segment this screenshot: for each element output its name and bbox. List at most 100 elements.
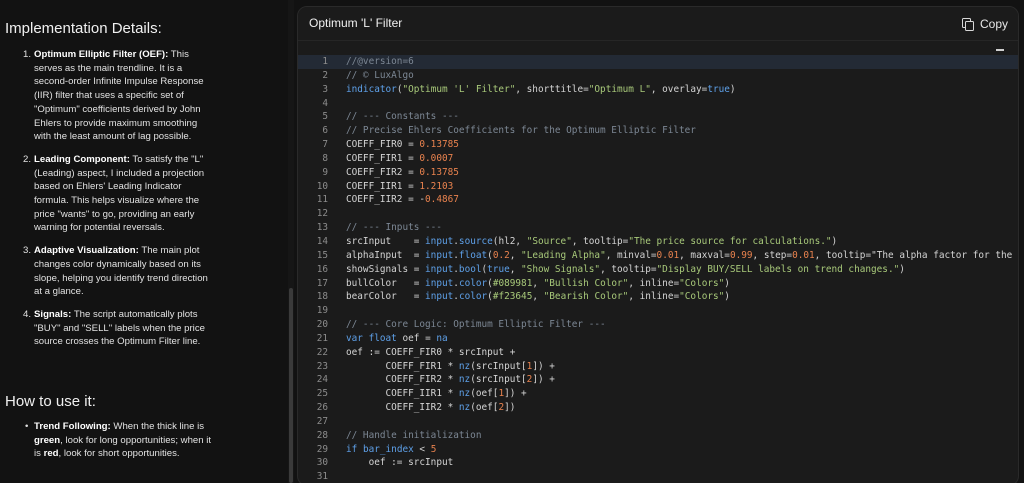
line-number: 30 (316, 457, 328, 469)
code-line: 12 (298, 207, 1018, 221)
code-text: COEFF_FIR1 = 0.0007 (346, 152, 454, 164)
code-text: COEFF_IIR1 = 1.2103 (346, 180, 454, 192)
code-text: alphaInput = input.float(0.2, "Leading A… (346, 249, 1018, 261)
code-panel: Optimum 'L' Filter Copy 1 //@version=6 2 //… (297, 6, 1019, 483)
code-text: bullColor = input.color(#089981, "Bullis… (346, 277, 730, 289)
line-number: 29 (316, 443, 328, 455)
code-text: // --- Core Logic: Optimum Elliptic Filt… (346, 319, 606, 331)
code-line: 13 // --- Inputs --- (298, 221, 1018, 235)
code-text: COEFF_IIR2 = -0.4867 (346, 194, 459, 206)
list-item: Signals: The script automatically plots … (23, 308, 205, 348)
line-number: 8 (322, 152, 328, 164)
line-number: 3 (322, 83, 328, 95)
code-line: 10 COEFF_IIR1 = 1.2103 (298, 180, 1018, 194)
code-line: 28 // Handle initialization (298, 429, 1018, 443)
list-item: Adaptive Visualization: The main plot ch… (23, 244, 208, 298)
code-line: 17 bullColor = input.color(#089981, "Bull… (298, 277, 1018, 291)
line-number: 21 (316, 332, 328, 344)
line-number: 14 (316, 235, 328, 247)
code-line: 23 COEFF_FIR1 * nz(srcInput[1]) + (298, 360, 1018, 374)
code-text: // --- Inputs --- (346, 222, 442, 234)
code-text: // Precise Ehlers Coefficients for the O… (346, 125, 696, 137)
line-number: 1 (322, 56, 328, 67)
code-panel-header: Optimum 'L' Filter Copy (298, 7, 1018, 41)
code-line: 21 var float oef = na (298, 332, 1018, 346)
line-number: 19 (316, 305, 328, 317)
code-line: 4 (298, 97, 1018, 111)
line-number: 20 (316, 319, 328, 331)
code-line: 29 if bar_index < 5 (298, 443, 1018, 457)
code-text: // © LuxAlgo (346, 69, 414, 81)
code-line: 5 // --- Constants --- (298, 110, 1018, 124)
line-number: 12 (316, 208, 328, 220)
howto-heading: How to use it: (5, 393, 96, 410)
code-line: 3 indicator("Optimum 'L' Filter", shortti… (298, 83, 1018, 97)
code-line: 8 COEFF_FIR1 = 0.0007 (298, 152, 1018, 166)
code-line: 1 //@version=6 (298, 55, 1018, 69)
line-number: 18 (316, 291, 328, 303)
line-number: 2 (322, 69, 328, 81)
minimize-icon[interactable] (996, 49, 1004, 51)
implementation-list: Optimum Elliptic Filter (OEF): This serv… (23, 48, 216, 358)
copy-button[interactable]: Copy (961, 15, 1008, 33)
code-text: COEFF_FIR0 = 0.13785 (346, 139, 459, 151)
line-number: 22 (316, 346, 328, 358)
code-text: //@version=6 (346, 56, 414, 67)
line-number: 5 (322, 111, 328, 123)
code-line: 14 srcInput = input.source(hl2, "Source",… (298, 235, 1018, 249)
doc-scrollbar-thumb[interactable] (289, 288, 293, 483)
line-number: 10 (316, 180, 328, 192)
code-text: indicator("Optimum 'L' Filter", shorttit… (346, 83, 736, 95)
code-text: if bar_index < 5 (346, 443, 437, 455)
howto-list: Trend Following: When the thick line is … (25, 420, 216, 461)
line-number: 13 (316, 222, 328, 234)
list-item: Optimum Elliptic Filter (OEF): This serv… (23, 48, 204, 143)
code-text: COEFF_IIR1 * nz(oef[1]) + (385, 388, 527, 400)
documentation-pane: Implementation Details: Optimum Elliptic… (0, 0, 290, 483)
code-line: 16 showSignals = input.bool(true, "Show S… (298, 263, 1018, 277)
code-line: 20 // --- Core Logic: Optimum Elliptic Fi… (298, 318, 1018, 332)
code-line: 31 (298, 470, 1018, 483)
line-number: 15 (316, 249, 328, 261)
code-line: 2 // © LuxAlgo (298, 69, 1018, 83)
line-number: 27 (316, 415, 328, 427)
line-number: 23 (316, 360, 328, 372)
list-item: Trend Following: When the thick line is … (25, 420, 216, 461)
code-line: 25 COEFF_IIR1 * nz(oef[1]) + (298, 387, 1018, 401)
line-number: 9 (322, 166, 328, 178)
line-number: 25 (316, 388, 328, 400)
line-number: 6 (322, 125, 328, 137)
code-line: 24 COEFF_FIR2 * nz(srcInput[2]) + (298, 373, 1018, 387)
code-text: COEFF_IIR2 * nz(oef[2]) (385, 402, 516, 414)
line-number: 17 (316, 277, 328, 289)
code-text: srcInput = input.source(hl2, "Source", t… (346, 235, 838, 247)
code-line: 19 (298, 304, 1018, 318)
code-text: // --- Constants --- (346, 111, 459, 123)
line-number: 31 (316, 471, 328, 483)
code-text: COEFF_FIR1 * nz(srcInput[1]) + (385, 360, 555, 372)
line-number: 26 (316, 402, 328, 414)
code-text: oef := COEFF_FIR0 * srcInput + (346, 346, 516, 358)
line-number: 11 (316, 194, 328, 206)
list-item: Leading Component: To satisfy the "L" (L… (23, 153, 205, 234)
line-number: 7 (322, 139, 328, 151)
code-text: // Handle initialization (346, 429, 482, 441)
code-line: 22 oef := COEFF_FIR0 * srcInput + (298, 346, 1018, 360)
code-block[interactable]: 1 //@version=6 2 // © LuxAlgo 3 indicator("Op… (298, 55, 1018, 483)
code-text: showSignals = input.bool(true, "Show Sig… (346, 263, 905, 275)
copy-label: Copy (979, 17, 1008, 31)
line-number: 24 (316, 374, 328, 386)
code-line: 11 COEFF_IIR2 = -0.4867 (298, 193, 1018, 207)
code-line: 6 // Precise Ehlers Coefficients for the … (298, 124, 1018, 138)
code-text: oef := srcInput (368, 457, 454, 469)
code-line: 9 COEFF_FIR2 = 0.13785 (298, 166, 1018, 180)
code-line: 27 (298, 415, 1018, 429)
code-line: 26 COEFF_IIR2 * nz(oef[2]) (298, 401, 1018, 415)
line-number: 4 (322, 97, 328, 109)
code-line: 15 alphaInput = input.float(0.2, "Leading… (298, 249, 1018, 263)
code-line: 18 bearColor = input.color(#f23645, "Bear… (298, 290, 1018, 304)
code-text: COEFF_FIR2 * nz(srcInput[2]) + (385, 374, 555, 386)
code-text: COEFF_FIR2 = 0.13785 (346, 166, 459, 178)
code-line: 30 oef := srcInput (298, 456, 1018, 470)
copy-icon (961, 18, 974, 31)
